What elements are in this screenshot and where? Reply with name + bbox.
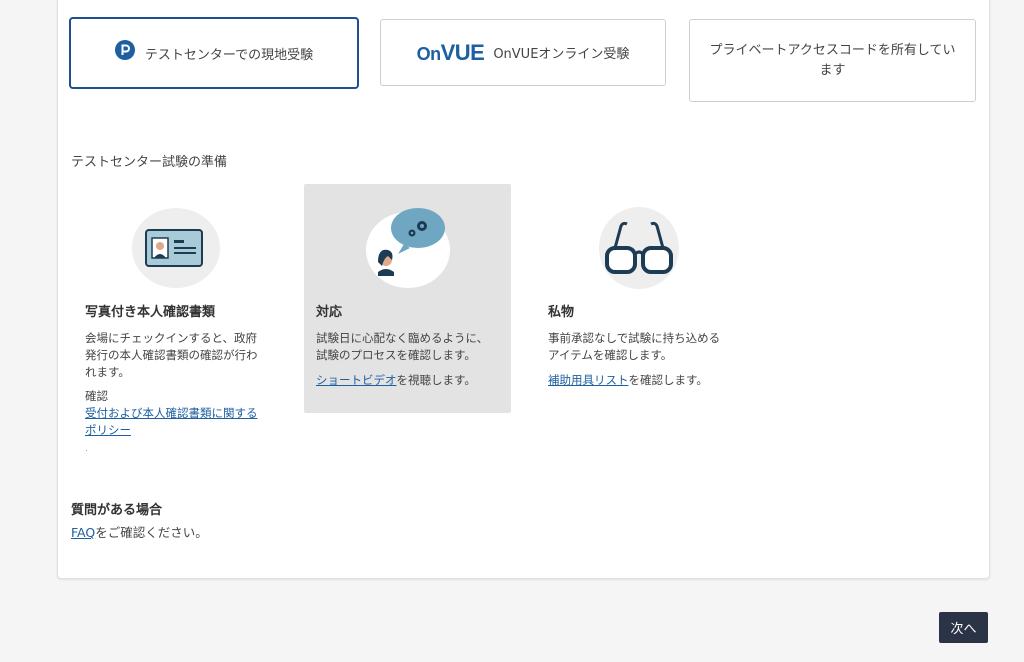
prep-section-title: テストセンター試験の準備: [71, 155, 228, 170]
option-test-center-label: テストセンターでの現地受験: [144, 47, 314, 63]
aids-list-link[interactable]: 補助用具リスト: [548, 373, 629, 387]
id-policy-link[interactable]: 受付および本人確認書類に関するポリシー: [85, 406, 258, 437]
prep-item-id-confirm-label: 確認: [85, 389, 108, 403]
prep-item-id-trailing: .: [85, 444, 88, 454]
prep-item-process-title: 対応: [316, 305, 343, 320]
aids-list-suffix: を確認します。: [628, 373, 708, 387]
prep-item-belongings: 私物 事前承認なしで試験に持ち込めるアイテムを確認します。 補助用具リストを確認…: [536, 184, 743, 413]
prep-item-id-description: 会場にチェックインすると、政府発行の本人確認書類の確認が行われます。: [85, 331, 258, 379]
glasses-icon: [599, 207, 679, 289]
prep-item-belongings-description: 事前承認なしで試験に持ち込めるアイテムを確認します。: [548, 331, 721, 362]
option-private-access-code[interactable]: プライベートアクセスコードを所有しています: [689, 19, 976, 102]
prep-item-process: 対応 試験日に心配なく臨めるように、試験のプロセスを確認します。 ショートビデオ…: [304, 184, 511, 413]
next-button[interactable]: 次へ: [939, 612, 988, 643]
faq-title: 質問がある場合: [71, 503, 163, 518]
speech-bubble-gears-icon: [366, 208, 450, 288]
option-private-access-code-label: プライベートアクセスコードを所有しています: [709, 42, 956, 78]
id-card-icon: [132, 208, 220, 288]
faq-line: FAQをご確認ください。: [71, 522, 208, 541]
prep-item-id: 写真付き本人確認書類 会場にチェックインすると、政府発行の本人確認書類の確認が行…: [73, 184, 280, 454]
short-video-link[interactable]: ショートビデオ: [316, 373, 397, 387]
option-onvue[interactable]: OnVUE OnVUEオンライン受験: [380, 19, 666, 86]
faq-link[interactable]: FAQ: [71, 525, 95, 540]
option-test-center[interactable]: テストセンターでの現地受験: [69, 17, 359, 89]
short-video-suffix: を視聴します。: [396, 373, 476, 387]
option-onvue-label: OnVUEオンライン受験: [493, 47, 630, 62]
pearson-logo-icon: [114, 40, 135, 60]
onvue-logo-icon: OnVUE: [416, 39, 485, 65]
main-card: テストセンターでの現地受験 OnVUE OnVUEオンライン受験 プライベートア…: [57, 0, 990, 579]
prep-item-id-title: 写真付き本人確認書類: [85, 305, 216, 320]
prep-item-belongings-title: 私物: [548, 305, 575, 320]
prep-item-process-description: 試験日に心配なく臨めるように、試験のプロセスを確認します。: [316, 331, 489, 362]
faq-suffix: をご確認ください。: [95, 525, 208, 540]
